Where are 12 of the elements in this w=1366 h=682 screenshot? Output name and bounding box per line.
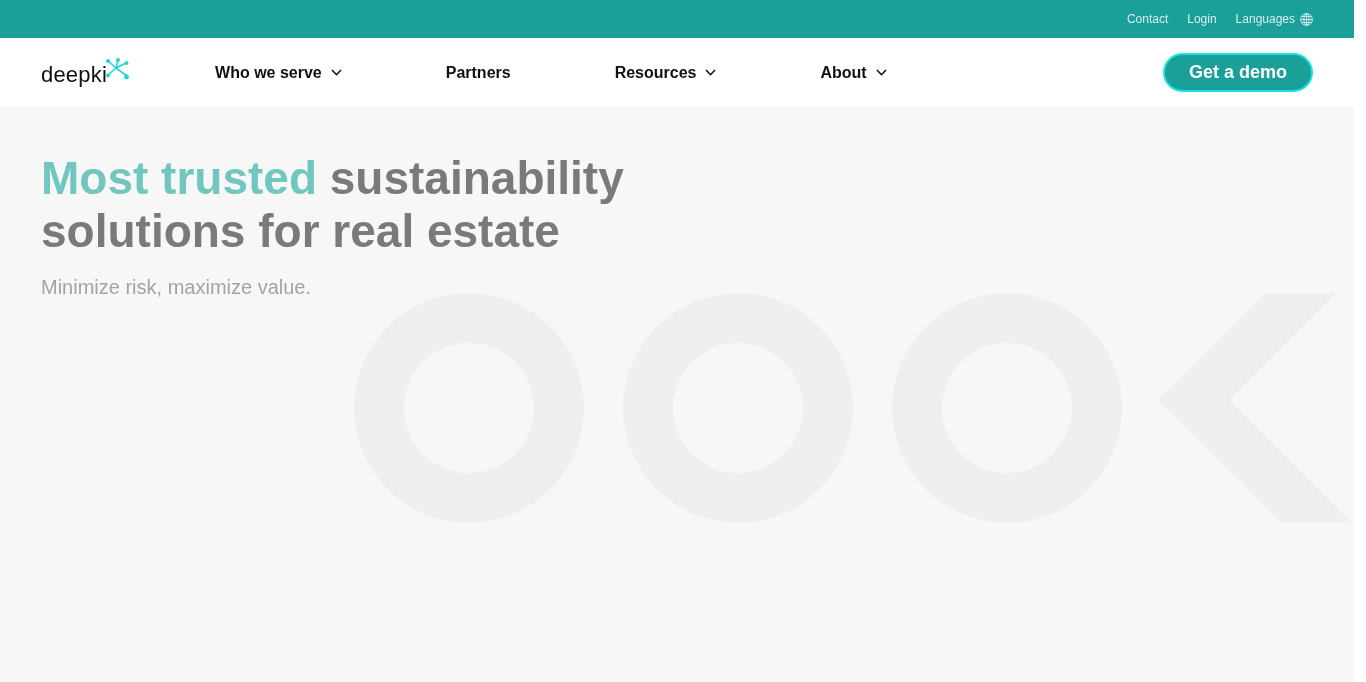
headline: Most trusted sustainability solutions for real estate <box>41 152 625 258</box>
logo[interactable]: deepki <box>41 57 130 88</box>
subtitle: Minimize risk, maximize value. <box>41 275 312 299</box>
globe-icon <box>1300 12 1313 26</box>
chevron-down-icon <box>875 69 887 76</box>
nav-link[interactable]: Partners <box>445 63 511 82</box>
nav-dropdown[interactable]: Resources <box>614 63 717 82</box>
chevron-down-icon <box>330 69 342 76</box>
star-nodes-icon <box>105 57 130 80</box>
chevron-down-icon <box>705 69 717 76</box>
nav-dropdown[interactable]: About <box>820 63 887 82</box>
nav-dropdown[interactable]: Who we serve <box>215 63 342 82</box>
